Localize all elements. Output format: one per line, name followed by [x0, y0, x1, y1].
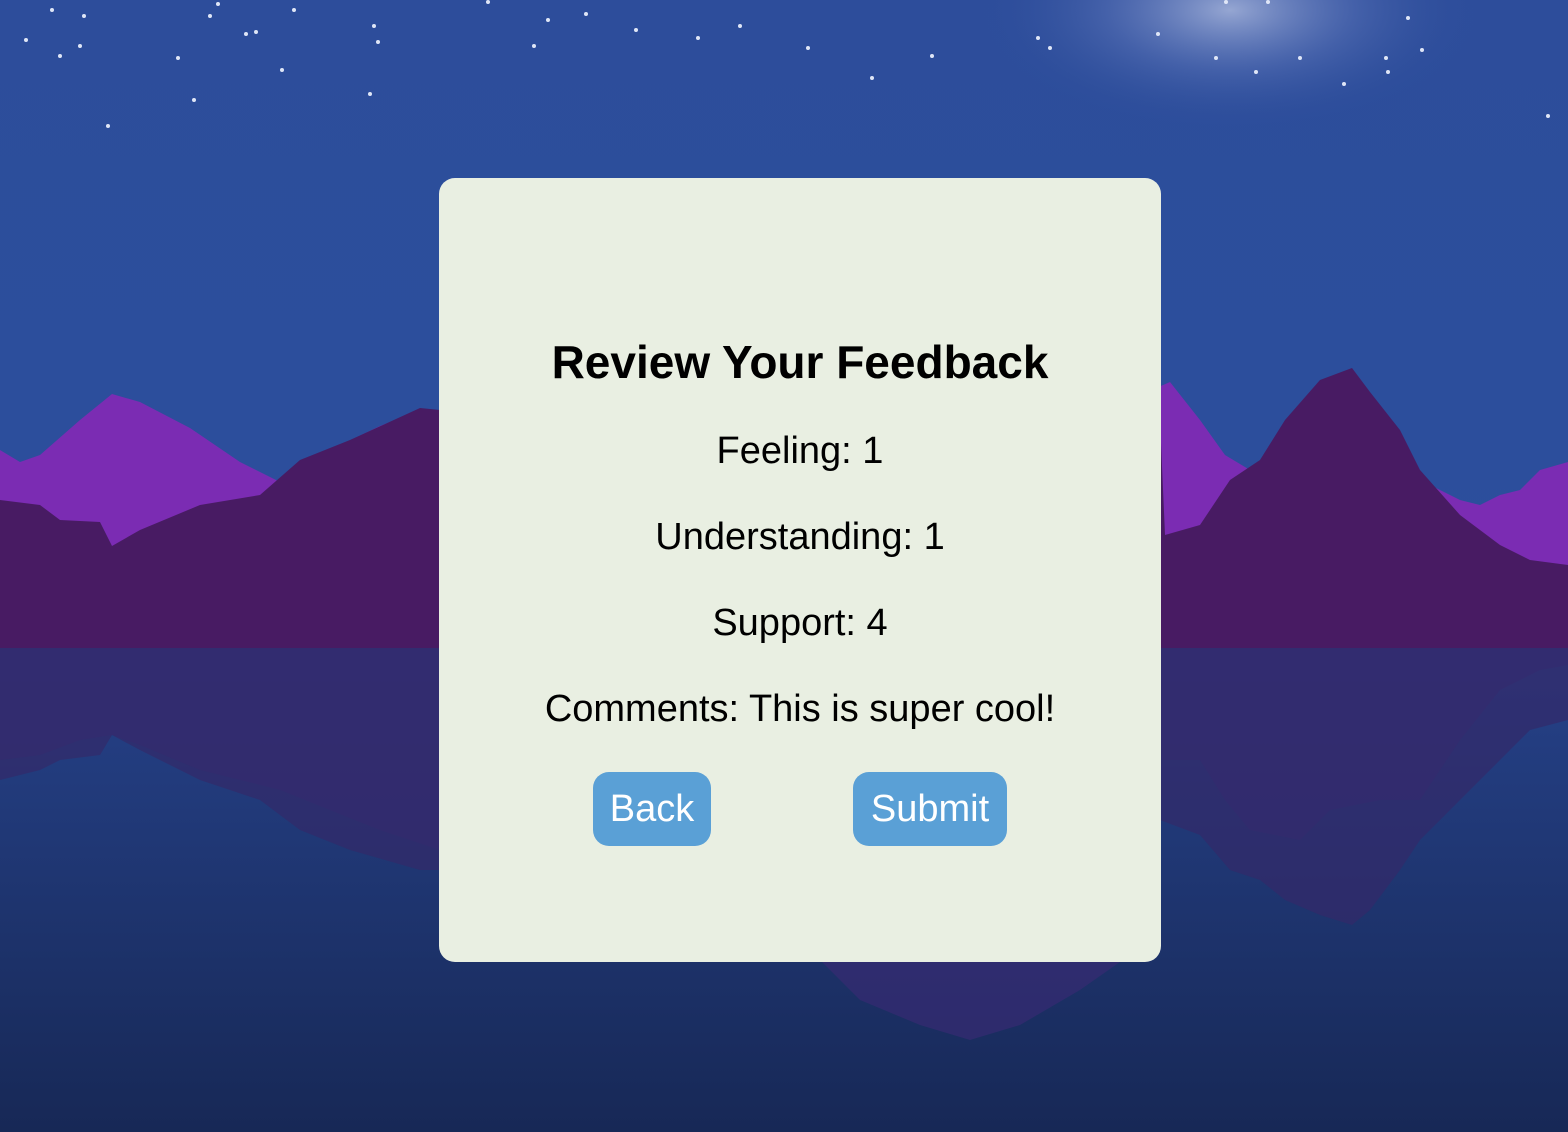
support-value: Support: 4 — [712, 602, 888, 644]
understanding-value: Understanding: 1 — [655, 516, 945, 558]
submit-button[interactable]: Submit — [853, 772, 1007, 846]
back-button[interactable]: Back — [593, 772, 711, 846]
feeling-value: Feeling: 1 — [716, 430, 884, 472]
comments-value: Comments: This is super cool! — [544, 688, 1056, 730]
page-title: Review Your Feedback — [551, 336, 1049, 388]
feedback-review-card: Review Your Feedback Feeling: 1 Understa… — [439, 178, 1161, 962]
